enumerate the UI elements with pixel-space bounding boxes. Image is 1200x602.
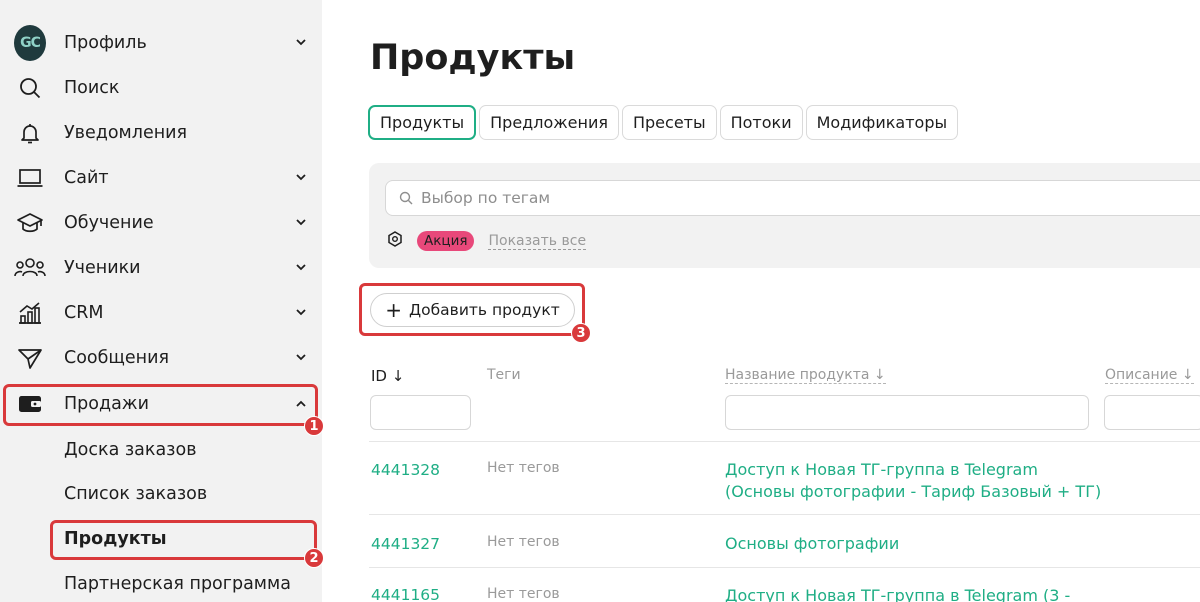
chevron-down-icon [294,36,308,50]
hexagon-icon [387,231,403,251]
sidebar-item-search[interactable]: Поиск [0,65,322,110]
sidebar-subitem-orders-board[interactable]: Доска заказов [0,428,322,472]
sidebar-subitem-label: Партнерская программа [64,574,291,594]
chevron-down-icon [294,171,308,185]
product-name-line: (Основы фотографии - Тариф Базовый + ТГ) [725,482,1102,501]
sidebar-item-label: Сайт [64,167,109,188]
sidebar-subitem-partner-program[interactable]: Партнерская программа [0,562,322,602]
sidebar-item-label: Сообщения [64,347,170,368]
sidebar-item-label: Поиск [64,77,120,98]
tag-search-input[interactable] [421,189,1181,207]
row-divider [369,514,1200,515]
users-icon [14,252,46,284]
bell-icon [14,117,46,149]
sidebar-item-learning[interactable]: Обучение [0,200,322,245]
sidebar-subitem-label: Список заказов [64,484,208,504]
row-divider [369,441,1200,442]
product-name-link[interactable]: Доступ к Новая ТГ-группа в Telegram (3 - [725,585,1070,602]
highlight-box-products [50,520,317,560]
tag-search-box [385,180,1200,216]
chevron-down-icon [294,351,308,365]
sidebar-item-notifications[interactable]: Уведомления [0,110,322,155]
sidebar: GC Профиль Поиск Уведомления Сайт Обучен… [0,0,322,602]
product-name-link[interactable]: Доступ к Новая ТГ-группа в Telegram (Осн… [725,459,1101,503]
row-divider [369,567,1200,568]
highlight-box-sales [3,384,318,426]
column-header-id[interactable]: ID ↓ [371,367,404,385]
product-id-link[interactable]: 4441328 [371,461,440,479]
column-header-tags: Теги [487,367,521,383]
product-id-link[interactable]: 4441327 [371,535,440,553]
sidebar-item-crm[interactable]: CRM [0,290,322,335]
product-name-line: Доступ к Новая ТГ-группа в Telegram [725,460,1038,479]
column-header-name[interactable]: Название продукта ↓ [725,367,886,384]
product-id-link[interactable]: 4441165 [371,586,440,602]
step-badge-3: 3 [571,323,591,343]
sidebar-item-label: Обучение [64,212,154,233]
sidebar-item-site[interactable]: Сайт [0,155,322,200]
search-icon [399,190,415,206]
product-tags: Нет тегов [487,586,560,602]
tab-offers[interactable]: Предложения [479,105,619,140]
sidebar-subitem-orders-list[interactable]: Список заказов [0,472,322,516]
app-root: GC Профиль Поиск Уведомления Сайт Обучен… [0,0,1200,602]
sidebar-item-label: Ученики [64,257,141,278]
sidebar-item-students[interactable]: Ученики [0,245,322,290]
chevron-down-icon [294,306,308,320]
chevron-down-icon [294,261,308,275]
id-filter-input[interactable] [370,395,471,430]
product-name-link[interactable]: Основы фотографии [725,533,899,555]
product-tags: Нет тегов [487,460,560,476]
description-filter-input[interactable] [1104,395,1200,430]
step-badge-2: 2 [304,548,324,568]
sidebar-subitem-label: Доска заказов [64,440,197,460]
sidebar-item-label: Уведомления [64,122,188,143]
tab-streams[interactable]: Потоки [719,105,803,140]
gc-logo-icon: GC [14,24,46,61]
name-filter-input[interactable] [725,395,1089,430]
bar-chart-icon [14,297,46,329]
page-title: Продукты [370,38,576,78]
tab-presets[interactable]: Пресеты [621,105,717,140]
tag-filter-panel: Акция Показать все [369,163,1200,268]
sidebar-item-profile[interactable]: GC Профиль [0,20,322,65]
sidebar-item-label: CRM [64,302,104,323]
show-all-tags-link[interactable]: Показать все [488,233,587,250]
chevron-down-icon [294,216,308,230]
column-header-description[interactable]: Описание ↓ [1105,367,1194,384]
graduation-cap-icon [14,207,46,239]
step-badge-1: 1 [304,416,324,436]
sidebar-item-label: Профиль [64,32,147,53]
send-icon [14,342,46,374]
tab-modifiers[interactable]: Модификаторы [805,105,959,140]
tab-bar: Продукты Предложения Пресеты Потоки Моди… [368,105,959,140]
laptop-icon [14,162,46,194]
tag-chip-sale[interactable]: Акция [417,231,475,251]
highlight-box-add-product [359,283,585,336]
product-tags: Нет тегов [487,534,560,550]
tag-row: Акция Показать все [387,231,587,251]
sidebar-item-messages[interactable]: Сообщения [0,335,322,380]
tab-products[interactable]: Продукты [368,105,477,140]
search-icon [14,72,46,104]
